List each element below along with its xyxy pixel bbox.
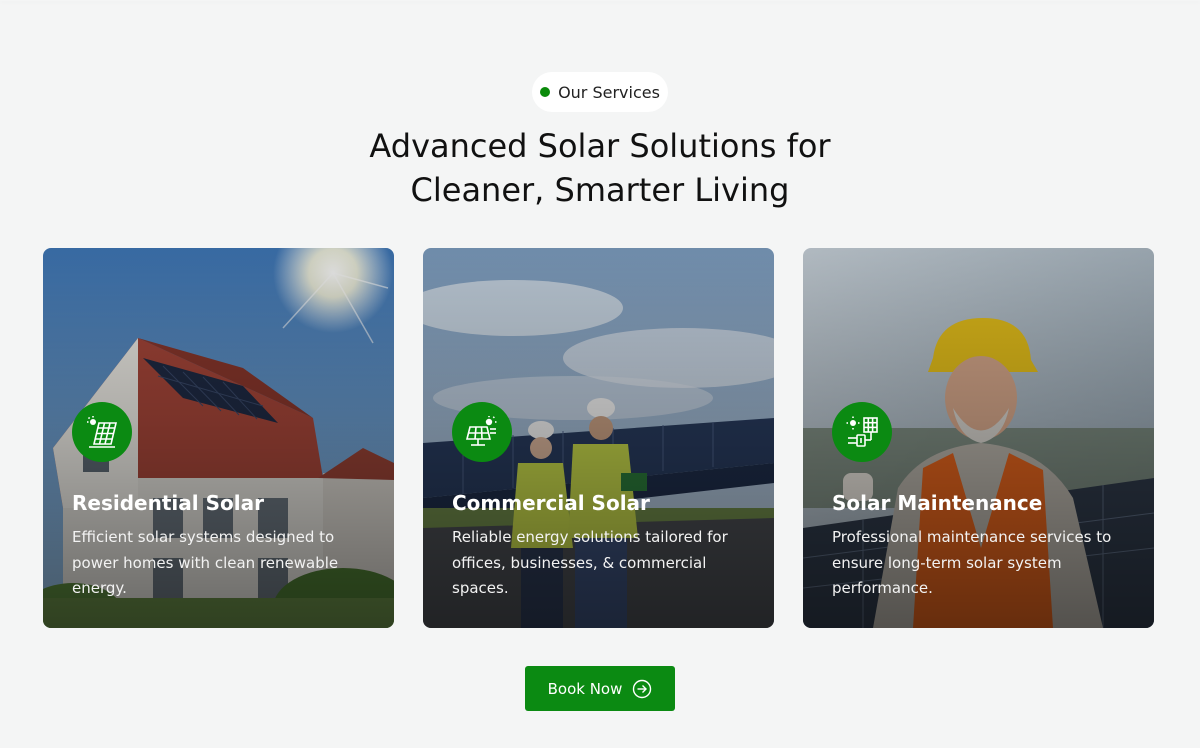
solar-maintenance-icon [832,402,892,462]
card-title: Commercial Solar [452,491,650,515]
card-title: Residential Solar [72,491,264,515]
services-cards: Residential Solar Efficient solar system… [43,248,1155,628]
card-description: Reliable energy solutions tailored for o… [452,528,728,597]
card-description: Professional maintenance services to ens… [832,528,1112,597]
service-card-commercial[interactable]: Commercial Solar Reliable energy solutio… [423,248,774,628]
solar-panel-array-icon [452,402,512,462]
section-badge: Our Services [532,72,668,112]
arrow-right-circle-icon [633,679,652,698]
service-card-residential[interactable]: Residential Solar Efficient solar system… [43,248,394,628]
heading-line-1: Advanced Solar Solutions for [369,127,831,165]
card-title: Solar Maintenance [832,491,1043,515]
section-heading: Advanced Solar Solutions for Cleaner, Sm… [300,124,900,212]
badge-dot [540,87,551,97]
heading-line-2: Cleaner, Smarter Living [410,171,790,209]
solar-panel-sun-icon [72,402,132,462]
top-edge [0,0,1200,1]
card-description: Efficient solar systems designed to powe… [72,528,339,597]
service-card-maintenance[interactable]: Solar Maintenance Professional maintenan… [803,248,1154,628]
badge-label: Our Services [558,82,660,102]
book-now-button[interactable]: Book Now [525,666,675,711]
book-now-label: Book Now [547,679,623,698]
